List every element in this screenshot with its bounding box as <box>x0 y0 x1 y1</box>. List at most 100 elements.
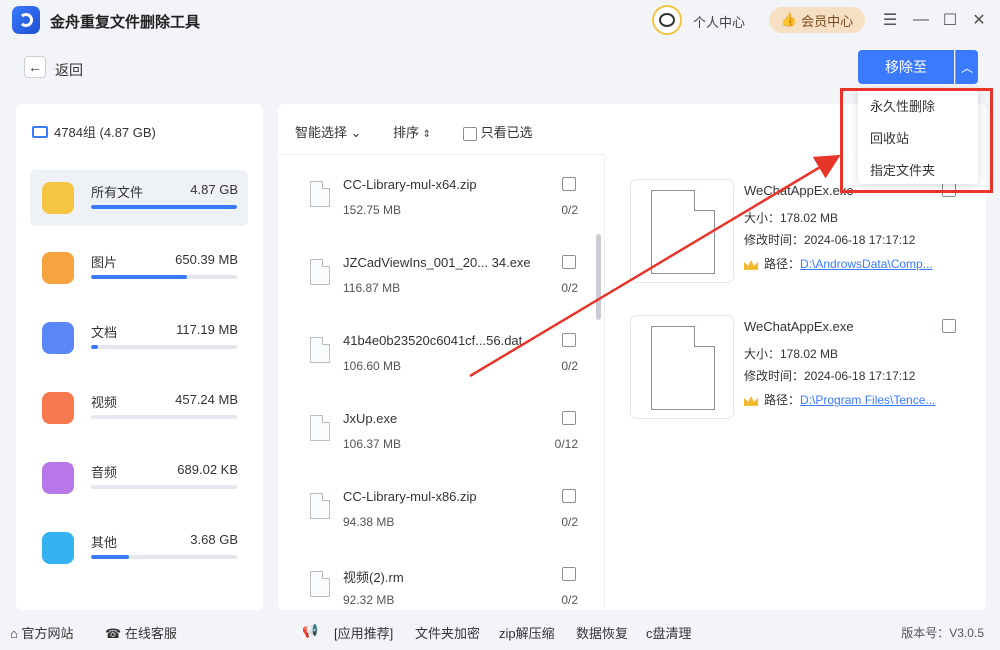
category-name: 文档 <box>91 325 118 340</box>
file-preview-icon <box>630 315 734 419</box>
category-size: 3.68 GB <box>190 532 238 547</box>
category-name: 视频 <box>91 395 118 410</box>
category-name: 所有文件 <box>91 185 144 200</box>
file-group-row[interactable]: CC-Library-mul-x64.zip 152.75 MB 0/2 <box>278 159 604 237</box>
category-item[interactable]: 其他 3.68 GB <box>30 520 248 576</box>
category-icon <box>42 322 74 354</box>
file-group-row[interactable]: CC-Library-mul-x86.zip 94.38 MB 0/2 <box>278 471 604 549</box>
smart-select-label: 智能选择 <box>295 125 348 140</box>
duplicate-file-name: WeChatAppEx.exe <box>744 319 854 334</box>
official-site-label: 官方网站 <box>21 626 74 641</box>
back-arrow-icon[interactable]: ← <box>24 56 46 78</box>
file-selected-count: 0/2 <box>561 593 578 607</box>
duplicate-file-name: WeChatAppEx.exe <box>744 183 854 198</box>
app-title: 金舟重复文件删除工具 <box>50 14 201 31</box>
only-selected-toggle[interactable]: 只看已选 <box>463 122 533 141</box>
sort-label: 排序 <box>393 125 420 140</box>
category-item[interactable]: 所有文件 4.87 GB <box>30 170 248 226</box>
file-name: 41b4e0b23520c6041cf...56.dat <box>343 333 523 348</box>
smart-select-dropdown[interactable]: 智能选择 ⌄ <box>295 122 362 141</box>
category-item[interactable]: 视频 457.24 MB <box>30 380 248 436</box>
avatar[interactable] <box>652 5 682 35</box>
category-icon <box>42 252 74 284</box>
chevron-down-icon: ⌄ <box>350 125 362 140</box>
sort-button[interactable]: 排序 ⇕ <box>393 122 431 141</box>
file-checkbox[interactable] <box>562 567 576 581</box>
version-label: 版本号：V3.0.5 <box>901 626 984 640</box>
file-group-row[interactable]: JxUp.exe 106.37 MB 0/12 <box>278 393 604 471</box>
category-progress-bar <box>91 275 237 279</box>
file-icon <box>310 493 330 519</box>
file-group-row[interactable]: JZCadViewIns_001_20... 34.exe 116.87 MB 0/… <box>278 237 604 315</box>
duplicate-file-card: WeChatAppEx.exe 大小：178.02 MB 修改时间：2024-06-… <box>630 179 970 289</box>
vip-center-button[interactable]: 👍 会员中心 <box>769 7 865 33</box>
file-selected-count: 0/2 <box>561 359 578 373</box>
duplicate-file-checkbox[interactable] <box>942 319 956 333</box>
only-selected-checkbox[interactable] <box>463 126 477 141</box>
megaphone-icon: 📢 <box>302 623 319 638</box>
file-name: JxUp.exe <box>343 411 398 426</box>
category-progress-bar <box>91 205 237 209</box>
footer-link-data-recovery[interactable]: 数据恢复 <box>576 623 628 642</box>
file-checkbox[interactable] <box>562 177 576 191</box>
file-size: 106.37 MB <box>343 437 402 451</box>
vip-center-label: 会员中心 <box>801 13 854 29</box>
file-selected-count: 0/12 <box>554 437 578 451</box>
duplicate-file-size: 大小：178.02 MB <box>744 347 839 361</box>
app-logo-icon <box>12 6 40 34</box>
file-checkbox[interactable] <box>562 489 576 503</box>
folder-icon <box>32 125 48 138</box>
category-item[interactable]: 音频 689.02 KB <box>30 450 248 506</box>
personal-center-link[interactable]: 个人中心 <box>693 12 745 31</box>
move-to-dropdown-toggle[interactable]: ︿ <box>955 50 978 84</box>
file-selected-count: 0/2 <box>561 281 578 295</box>
category-panel: 4784组 (4.87 GB) 所有文件 4.87 GB 图片 650.39 MB 文档… <box>16 104 263 610</box>
online-service-link[interactable]: ☎ 在线客服 <box>105 623 177 642</box>
file-selected-count: 0/2 <box>561 203 578 217</box>
file-size: 152.75 MB <box>343 203 402 217</box>
category-name: 图片 <box>91 255 118 270</box>
official-site-link[interactable]: ⌂ 官方网站 <box>10 623 74 642</box>
scrollbar-thumb[interactable] <box>596 234 601 320</box>
footer-link-folder-encrypt[interactable]: 文件夹加密 <box>415 623 480 642</box>
category-progress-bar <box>91 345 237 349</box>
category-name: 其他 <box>91 535 118 550</box>
file-selected-count: 0/2 <box>561 515 578 529</box>
file-checkbox[interactable] <box>562 411 576 425</box>
path-label: 路径： <box>764 393 801 407</box>
close-icon[interactable]: ✕ <box>969 10 989 30</box>
file-checkbox[interactable] <box>562 255 576 269</box>
maximize-icon[interactable]: ☐ <box>940 10 960 30</box>
online-service-label: 在线客服 <box>124 626 177 641</box>
crown-icon <box>744 395 758 406</box>
file-group-row[interactable]: 41b4e0b23520c6041cf...56.dat 106.60 MB 0/2 <box>278 315 604 393</box>
category-size: 117.19 MB <box>176 322 238 337</box>
menu-icon[interactable]: ☰ <box>880 10 900 30</box>
category-item[interactable]: 文档 117.19 MB <box>30 310 248 366</box>
footer-link-zip[interactable]: zip解压缩 <box>499 623 555 642</box>
file-size: 94.38 MB <box>343 515 395 529</box>
category-size: 650.39 MB <box>175 252 238 267</box>
minimize-icon[interactable]: — <box>911 10 931 30</box>
file-group-row[interactable]: 视频(2).rm 92.32 MB 0/2 <box>278 549 604 610</box>
category-icon <box>42 392 74 424</box>
category-progress-bar <box>91 485 237 489</box>
file-size: 116.87 MB <box>343 281 401 295</box>
file-size: 92.32 MB <box>343 593 395 607</box>
category-size: 4.87 GB <box>190 182 238 197</box>
category-item[interactable]: 图片 650.39 MB <box>30 240 248 296</box>
file-preview-icon <box>630 179 734 283</box>
footer-link-c-drive-clean[interactable]: c盘清理 <box>646 623 692 642</box>
category-icon <box>42 182 74 214</box>
duplicate-file-card: WeChatAppEx.exe 大小：178.02 MB 修改时间：2024-06-… <box>630 315 970 425</box>
file-path-link[interactable]: D:\AndrowsData\Comp... <box>800 257 933 271</box>
back-button[interactable]: 返回 <box>55 60 83 80</box>
file-name: JZCadViewIns_001_20... 34.exe <box>343 255 531 270</box>
file-icon <box>310 181 330 207</box>
move-to-button[interactable]: 移除至 <box>858 50 954 84</box>
file-icon <box>310 571 330 597</box>
file-path-link[interactable]: D:\Program Files\Tence... <box>800 393 935 407</box>
divider <box>278 154 604 155</box>
file-checkbox[interactable] <box>562 333 576 347</box>
divider <box>604 154 605 610</box>
